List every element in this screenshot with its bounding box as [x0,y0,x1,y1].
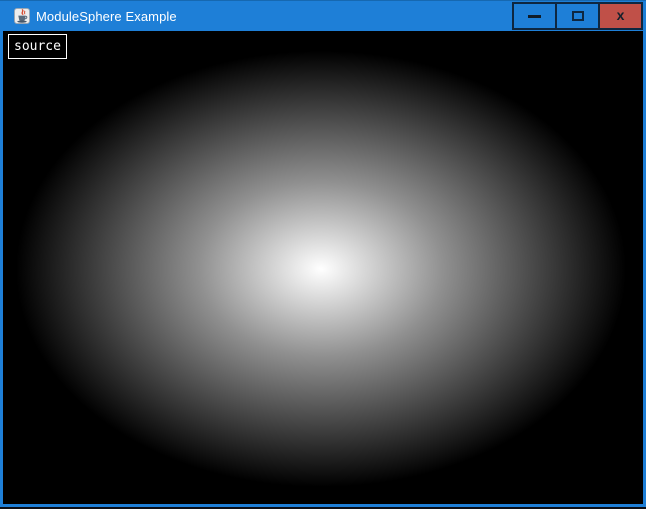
window-controls: x [514,2,643,30]
minimize-button[interactable] [512,2,557,30]
maximize-icon [572,11,584,21]
render-canvas[interactable]: source [3,31,643,504]
close-icon: x [617,8,625,22]
app-window: ModuleSphere Example x source [0,0,646,509]
minimize-icon [528,15,541,18]
close-button[interactable]: x [598,2,643,30]
java-coffee-cup-icon [14,8,30,24]
source-node[interactable]: source [8,34,67,59]
titlebar[interactable]: ModuleSphere Example x [0,1,646,31]
window-title: ModuleSphere Example [36,9,177,24]
maximize-button[interactable] [555,2,600,30]
